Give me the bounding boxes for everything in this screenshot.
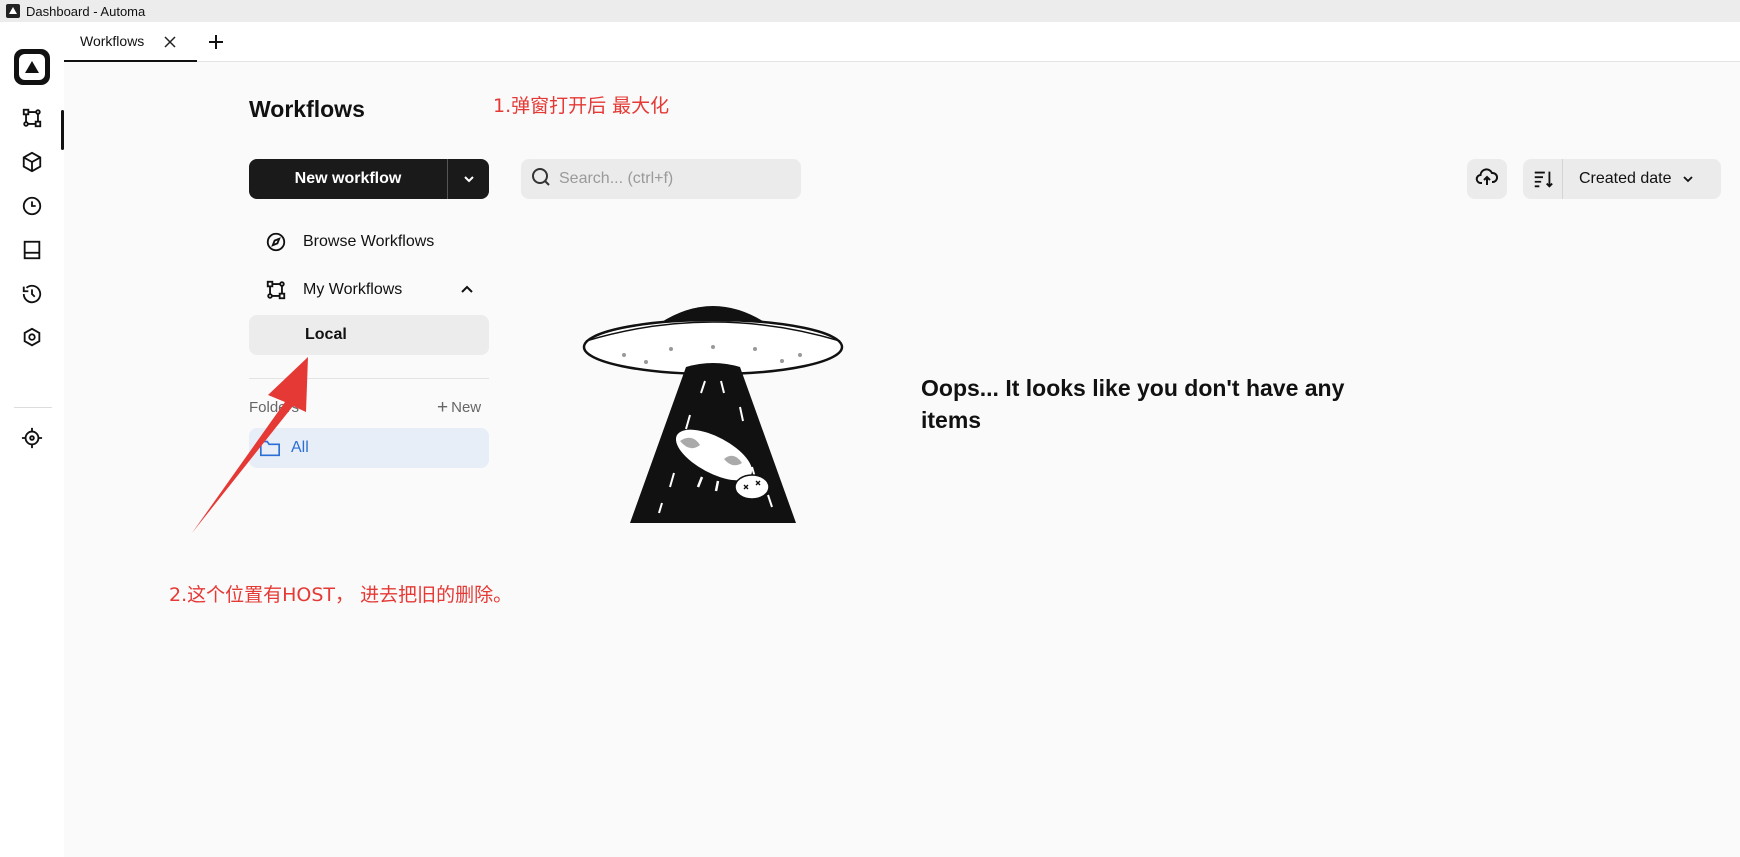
sort-control: Created date [1523, 159, 1721, 199]
sort-label: Created date [1579, 170, 1672, 187]
tab-label: Workflows [80, 33, 145, 49]
search-input[interactable] [559, 170, 789, 188]
sidebar-item-label: Browse Workflows [303, 233, 435, 250]
new-folder-label: New [451, 399, 482, 416]
workflow-icon [265, 279, 287, 301]
sidebar-item-label: My Workflows [303, 281, 403, 298]
sort-direction-icon[interactable] [1523, 159, 1563, 199]
tab-bar: Workflows [64, 22, 1740, 62]
nav-separator [14, 407, 52, 408]
sidebar-item-my-workflows[interactable]: My Workflows [249, 270, 489, 310]
dashboard-icon[interactable] [20, 238, 44, 262]
crosshair-icon[interactable] [20, 426, 44, 450]
annotation-arrow [192, 357, 308, 533]
chevron-up-icon[interactable] [459, 282, 475, 303]
search-icon [531, 167, 551, 192]
window-titlebar: Dashboard - Automa [0, 0, 1740, 22]
chevron-down-icon[interactable] [448, 159, 489, 199]
close-icon[interactable] [162, 34, 178, 50]
automa-logo-icon[interactable] [14, 49, 50, 85]
cloud-upload-icon [1475, 165, 1499, 194]
search-box[interactable] [521, 159, 801, 199]
ufo-illustration [582, 306, 844, 523]
new-folder-button[interactable]: + New [437, 397, 482, 418]
plus-icon: + [437, 397, 449, 418]
new-workflow-button[interactable]: New workflow [249, 159, 489, 199]
sort-select[interactable]: Created date [1563, 159, 1721, 199]
window-title: Dashboard - Automa [26, 3, 146, 19]
sidebar-item-local[interactable]: Local [249, 315, 489, 355]
page-title: Workflows [249, 96, 365, 122]
compass-icon [265, 231, 287, 253]
clock-icon[interactable] [20, 194, 44, 218]
package-icon[interactable] [20, 150, 44, 174]
sidebar-item-browse-workflows[interactable]: Browse Workflows [249, 222, 489, 262]
history-icon[interactable] [20, 282, 44, 306]
settings-icon[interactable] [20, 326, 44, 350]
automa-app-icon [6, 4, 20, 18]
add-tab-icon[interactable] [206, 32, 226, 52]
empty-state-message: Oops... It looks like you don't have any… [921, 375, 1345, 433]
annotation-note-2: 2.这个位置有HOST， 进去把旧的删除。 [169, 584, 513, 606]
left-nav [0, 22, 64, 857]
upload-cloud-button[interactable] [1467, 159, 1507, 199]
annotation-note-1: 1.弹窗打开后 最大化 [493, 95, 670, 117]
sidebar-item-label: Local [305, 326, 347, 343]
new-workflow-label[interactable]: New workflow [249, 159, 448, 199]
chevron-down-icon [1682, 173, 1694, 185]
nav-active-indicator [61, 110, 64, 150]
workflow-icon[interactable] [20, 106, 44, 130]
